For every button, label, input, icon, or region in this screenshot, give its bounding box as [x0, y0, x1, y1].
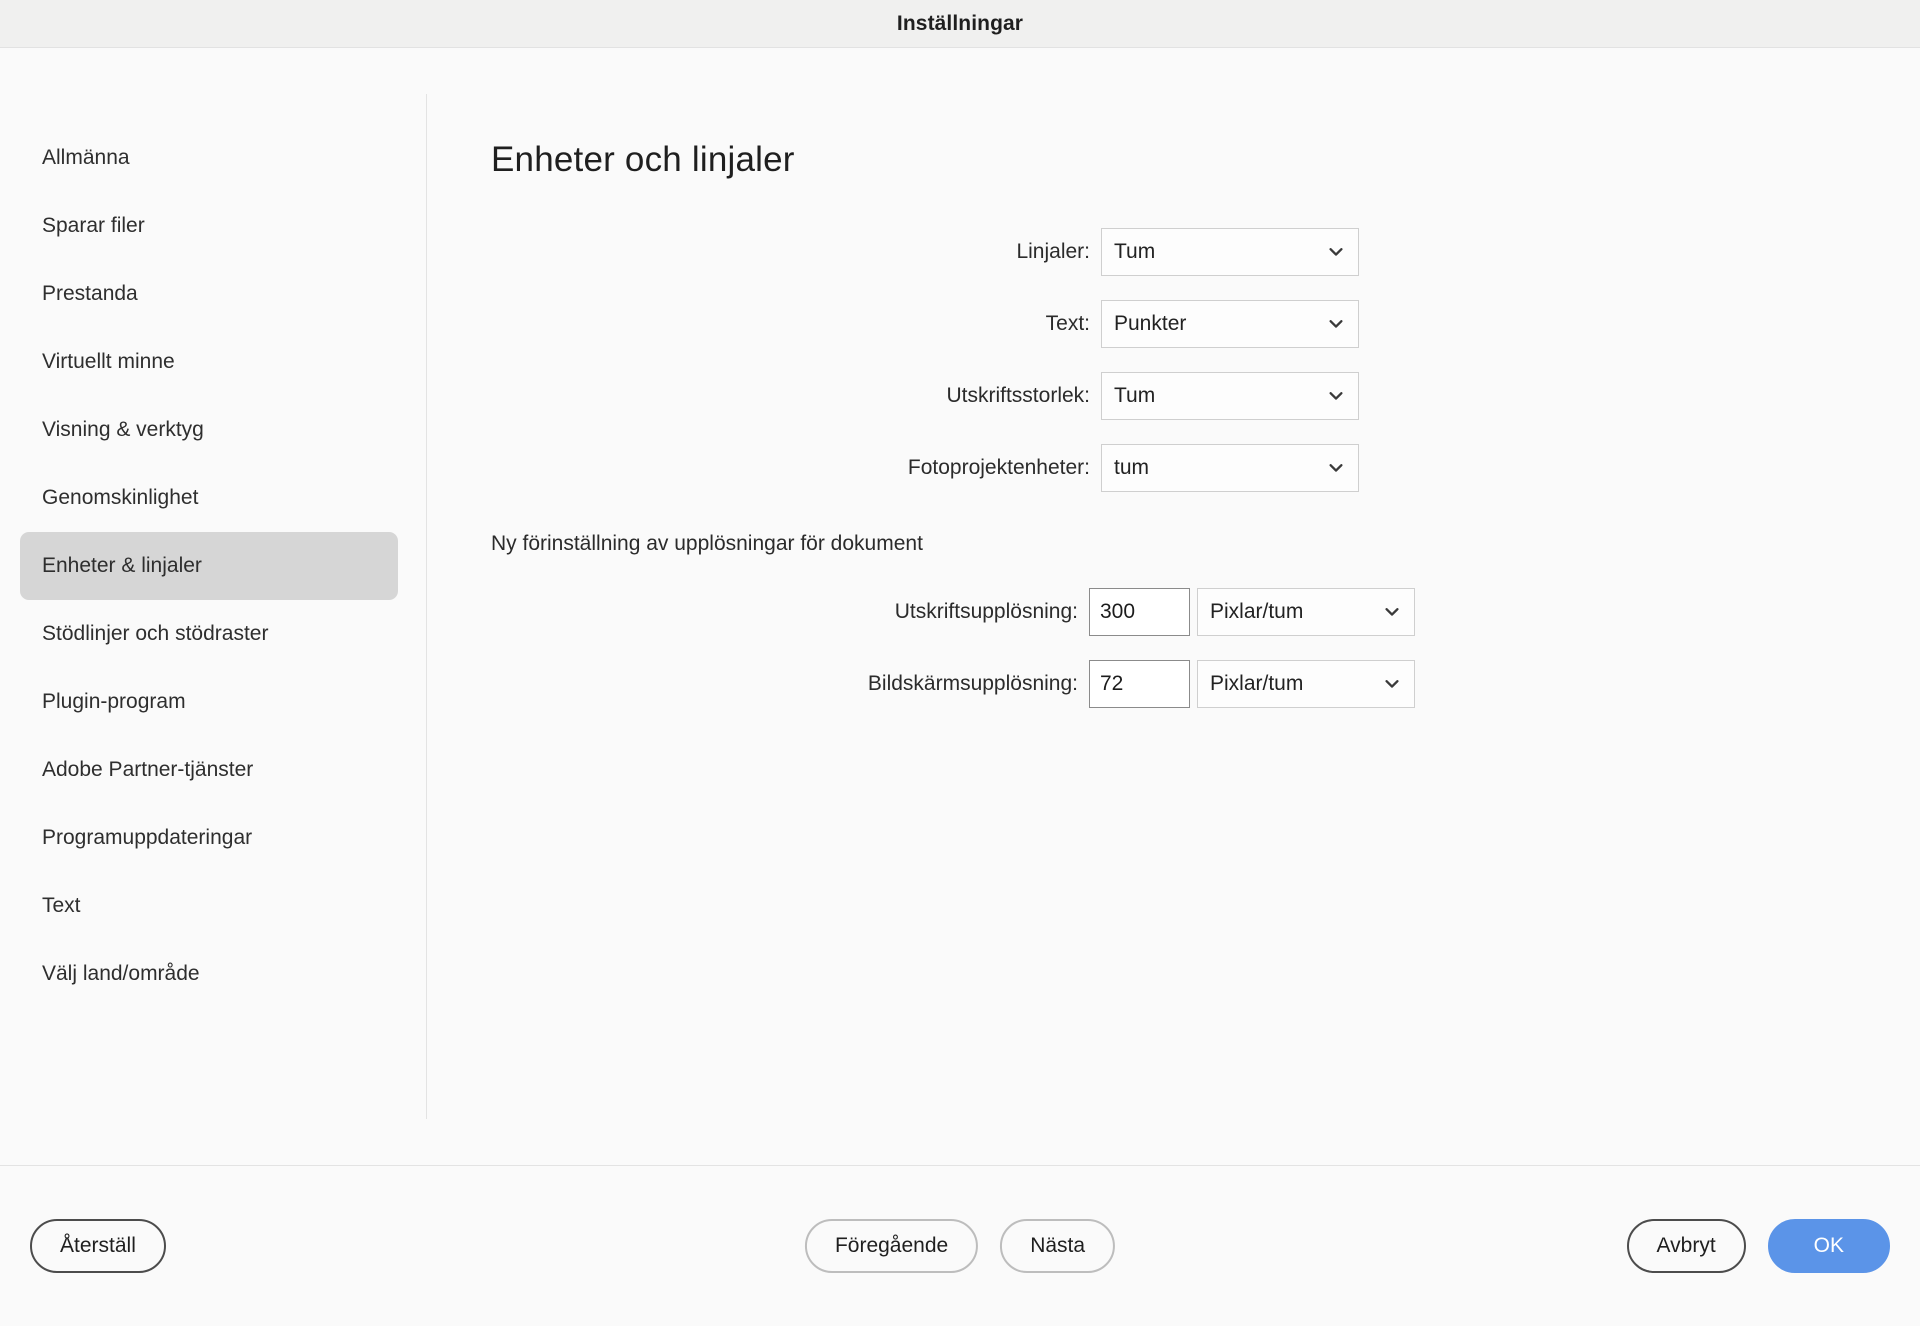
sidebar-item-visning-verktyg[interactable]: Visning & verktyg [20, 396, 398, 464]
sidebar-item-label: Välj land/område [42, 962, 200, 985]
chevron-down-icon [1327, 459, 1345, 477]
sidebar-item-label: Allmänna [42, 146, 130, 169]
sidebar-item-label: Plugin-program [42, 690, 186, 713]
reset-button[interactable]: Återställ [30, 1219, 166, 1273]
next-button[interactable]: Nästa [1000, 1219, 1116, 1273]
dialog-body: Allmänna Sparar filer Prestanda Virtuell… [0, 48, 1920, 1165]
sidebar-item-allmanna[interactable]: Allmänna [20, 124, 398, 192]
field-row-print-resolution: Utskriftsupplösning: 300 Pixlar/tum [491, 588, 1920, 636]
field-row-print-size: Utskriftsstorlek: Tum [491, 372, 1920, 420]
dialog-titlebar: Inställningar [0, 0, 1920, 48]
chevron-down-icon [1383, 603, 1401, 621]
print-resolution-label: Utskriftsupplösning: [894, 600, 1078, 623]
previous-button[interactable]: Föregående [804, 1219, 979, 1273]
sidebar-item-programuppdateringar[interactable]: Programuppdateringar [20, 804, 398, 872]
sidebar-item-label: Enheter & linjaler [42, 554, 202, 577]
field-row-rulers: Linjaler: Tum [491, 228, 1920, 276]
field-row-screen-resolution: Bildskärmsupplösning: 72 Pixlar/tum [491, 660, 1920, 708]
sidebar-item-sparar-filer[interactable]: Sparar filer [20, 192, 398, 260]
photo-units-select[interactable]: tum [1101, 444, 1359, 492]
sidebar-item-label: Text [42, 894, 81, 917]
cancel-button[interactable]: Avbryt [1626, 1219, 1746, 1273]
sidebar-item-label: Virtuellt minne [42, 350, 175, 373]
screen-resolution-input[interactable]: 72 [1089, 660, 1190, 708]
rulers-select[interactable]: Tum [1101, 228, 1359, 276]
sidebar-item-label: Visning & verktyg [42, 418, 204, 441]
chevron-down-icon [1327, 243, 1345, 261]
sidebar-item-virtuellt-minne[interactable]: Virtuellt minne [20, 328, 398, 396]
sidebar-item-plugin-program[interactable]: Plugin-program [20, 668, 398, 736]
footer-left-group: Återställ [30, 1219, 166, 1273]
sidebar-item-label: Genomskinlighet [42, 486, 199, 509]
settings-sidebar: Allmänna Sparar filer Prestanda Virtuell… [0, 48, 427, 1165]
sidebar-item-label: Programuppdateringar [42, 826, 253, 849]
screen-resolution-unit-value: Pixlar/tum [1210, 672, 1304, 695]
rulers-label: Linjaler: [1016, 240, 1090, 263]
sidebar-item-label: Prestanda [42, 282, 138, 305]
sidebar-item-prestanda[interactable]: Prestanda [20, 260, 398, 328]
footer-right-group: Avbryt OK [1626, 1219, 1890, 1273]
sidebar-item-enheter-linjaler[interactable]: Enheter & linjaler [20, 532, 398, 600]
field-row-type: Text: Punkter [491, 300, 1920, 348]
sidebar-item-valj-land-omrade[interactable]: Välj land/område [20, 940, 398, 1008]
sidebar-item-adobe-partner-tjanster[interactable]: Adobe Partner-tjänster [20, 736, 398, 804]
page-title: Enheter och linjaler [491, 140, 795, 179]
screen-resolution-value: 72 [1100, 672, 1124, 695]
screen-resolution-label: Bildskärmsupplösning: [867, 672, 1078, 695]
print-resolution-unit-select[interactable]: Pixlar/tum [1197, 588, 1415, 636]
print-size-label: Utskriftsstorlek: [946, 384, 1090, 407]
sidebar-item-stodlinjer-stodraster[interactable]: Stödlinjer och stödraster [20, 600, 398, 668]
presets-section-label: Ny förinställning av upplösningar för do… [491, 532, 923, 555]
sidebar-item-genomskinlighet[interactable]: Genomskinlighet [20, 464, 398, 532]
settings-panel-units-rulers: Enheter och linjaler Linjaler: Tum Text:… [427, 48, 1920, 1165]
chevron-down-icon [1327, 387, 1345, 405]
type-select-value: Punkter [1114, 312, 1187, 335]
dialog-title: Inställningar [896, 11, 1024, 35]
print-size-select[interactable]: Tum [1101, 372, 1359, 420]
photo-units-select-value: tum [1114, 456, 1150, 479]
ok-button[interactable]: OK [1767, 1219, 1890, 1273]
chevron-down-icon [1327, 315, 1345, 333]
sidebar-item-label: Stödlinjer och stödraster [42, 622, 269, 645]
dialog-footer: Återställ Föregående Nästa Avbryt OK [0, 1166, 1920, 1326]
sidebar-item-label: Adobe Partner-tjänster [42, 758, 254, 781]
print-resolution-unit-value: Pixlar/tum [1210, 600, 1304, 623]
rulers-select-value: Tum [1114, 240, 1156, 263]
type-label: Text: [1045, 312, 1090, 335]
type-select[interactable]: Punkter [1101, 300, 1359, 348]
screen-resolution-unit-select[interactable]: Pixlar/tum [1197, 660, 1415, 708]
footer-center-group: Föregående Nästa [804, 1219, 1116, 1273]
print-resolution-value: 300 [1100, 600, 1136, 623]
print-size-select-value: Tum [1114, 384, 1156, 407]
field-row-photo-units: Fotoprojektenheter: tum [491, 444, 1920, 492]
sidebar-item-label: Sparar filer [42, 214, 145, 237]
units-form: Linjaler: Tum Text: Punkter Utskriftssto… [491, 228, 1920, 708]
photo-units-label: Fotoprojektenheter: [907, 456, 1090, 479]
sidebar-item-text[interactable]: Text [20, 872, 398, 940]
print-resolution-input[interactable]: 300 [1089, 588, 1190, 636]
chevron-down-icon [1383, 675, 1401, 693]
